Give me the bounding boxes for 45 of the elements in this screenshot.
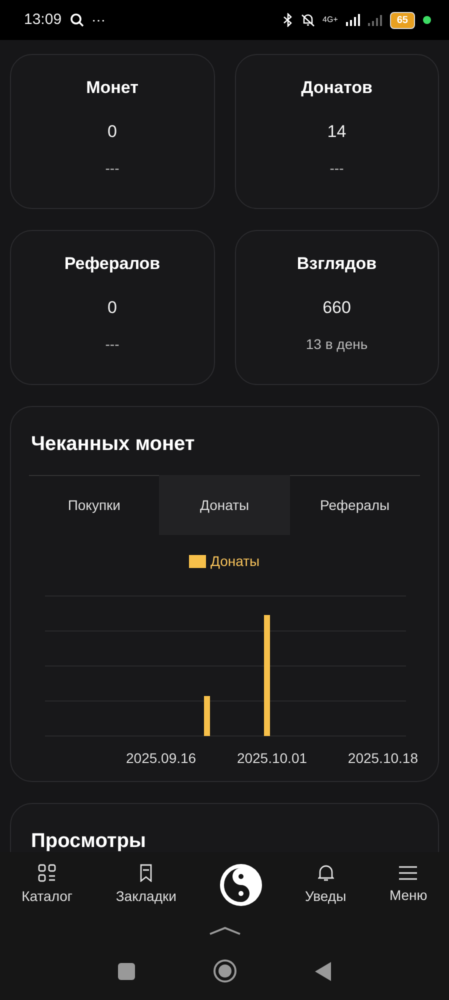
stat-title: Донатов [301,77,372,99]
bell-icon [318,864,334,882]
stat-value: 14 [327,120,346,142]
axis-label: 2025.09.16 [126,749,196,768]
battery-indicator: 65 [390,12,415,28]
signal-icon [368,14,382,26]
menu-icon [398,864,418,880]
chart-tab[interactable]: Рефералы [290,475,420,535]
signal-icon [346,14,360,26]
status-dot-icon [423,16,431,24]
grid-list-icon [38,864,56,882]
bluetooth-icon [282,13,293,27]
yin-yang-icon[interactable] [220,864,262,906]
search-icon [70,13,84,27]
card-title: Чеканных монет [30,432,196,457]
nav-menu-button[interactable]: Меню [389,864,428,906]
legend-label: Донаты [210,552,260,571]
clock: 13:09 [24,10,62,30]
chevron-up-icon[interactable] [208,926,240,935]
stat-note: --- [330,159,344,178]
muted-bell-icon [300,13,315,27]
nav-notifications-button[interactable]: Уведы [305,864,346,906]
more-indicator: ⋯ [92,10,106,30]
nav-bookmarks-button[interactable]: Закладки [116,864,176,906]
chart-tab[interactable]: Донаты [159,475,290,535]
legend-swatch-icon [189,555,206,568]
nav-catalog-button[interactable]: Каталог [22,864,73,906]
home-button-icon[interactable] [213,959,237,983]
axis-label: 2025.10.01 [236,749,308,768]
stat-value: 0 [108,296,117,318]
network-type: 4G+ [322,16,338,24]
stat-title: Монет [86,77,138,99]
stat-note: --- [105,335,120,354]
stat-value: 660 [322,296,351,318]
stat-title: Взглядов [296,253,377,275]
axis-label: 2025.10.18 [348,749,418,768]
stat-title: Рефералов [64,253,160,275]
card-title: Просмотры [30,829,148,852]
back-button-icon[interactable] [315,962,331,980]
stat-note: 13 в день [306,335,368,354]
recents-button-icon[interactable] [118,962,135,980]
chart-bar [204,696,210,736]
bookmark-icon [139,864,154,882]
stat-value: 0 [108,120,117,142]
stat-note: --- [105,159,120,178]
